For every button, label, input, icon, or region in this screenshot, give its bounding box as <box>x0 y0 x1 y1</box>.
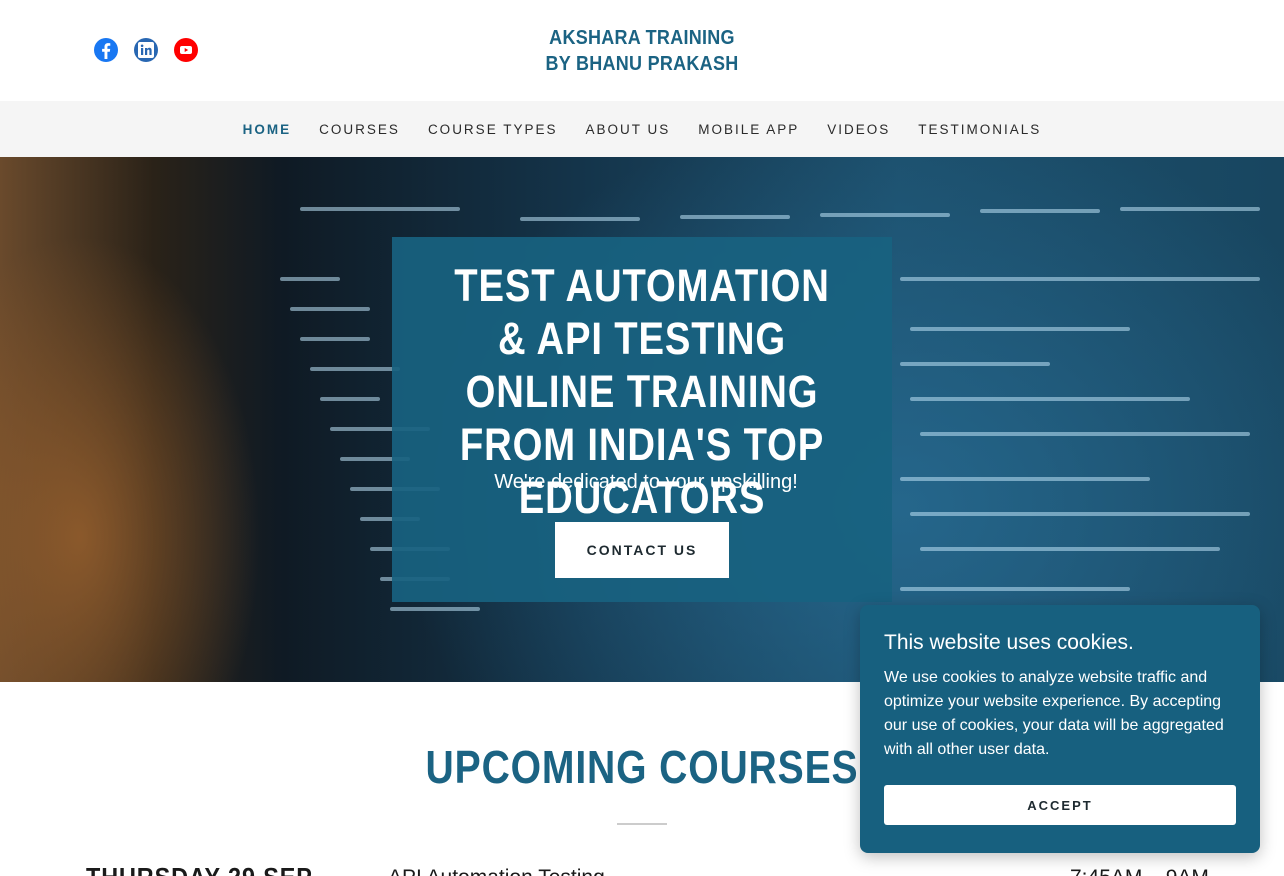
youtube-icon[interactable] <box>174 38 198 62</box>
main-nav: HOME COURSES COURSE TYPES ABOUT US MOBIL… <box>0 101 1284 157</box>
hero-section: TEST AUTOMATION & API TESTING ONLINE TRA… <box>0 157 1284 682</box>
nav-item-about-us[interactable]: ABOUT US <box>585 122 670 137</box>
contact-us-button[interactable]: CONTACT US <box>555 522 729 578</box>
cookie-banner-text: We use cookies to analyze website traffi… <box>884 669 1224 758</box>
nav-item-testimonials[interactable]: TESTIMONIALS <box>918 122 1041 137</box>
nav-item-videos[interactable]: VIDEOS <box>827 122 890 137</box>
upcoming-courses-heading: UPCOMING COURSES <box>425 741 859 793</box>
nav-item-home[interactable]: HOME <box>243 122 292 137</box>
site-header: AKSHARA TRAINING BY BHANU PRAKASH <box>0 0 1284 101</box>
course-row-time: 7:45AM – 9AM <box>1070 866 1209 876</box>
course-row-title[interactable]: API Automation Testing <box>388 866 605 876</box>
hero-subtitle: We're dedicated to your upskilling! <box>494 471 798 493</box>
cookie-banner: This website uses cookies. We use cookie… <box>860 605 1260 853</box>
brand-line-1: AKSHARA TRAINING <box>549 27 735 49</box>
nav-item-mobile-app[interactable]: MOBILE APP <box>698 122 799 137</box>
section-divider <box>617 823 667 825</box>
brand-line-2: BY BHANU PRAKASH <box>545 53 739 75</box>
linkedin-icon[interactable] <box>134 38 158 62</box>
site-brand[interactable]: AKSHARA TRAINING BY BHANU PRAKASH <box>462 25 822 77</box>
nav-item-courses[interactable]: COURSES <box>319 122 400 137</box>
nav-item-course-types[interactable]: COURSE TYPES <box>428 122 558 137</box>
cookie-banner-title: This website uses cookies. <box>884 631 1134 654</box>
accept-cookies-button[interactable]: ACCEPT <box>884 785 1236 825</box>
facebook-icon[interactable] <box>94 38 118 62</box>
course-row-date: THURSDAY 29 SEP <box>86 862 313 876</box>
hero-card: TEST AUTOMATION & API TESTING ONLINE TRA… <box>392 237 892 602</box>
